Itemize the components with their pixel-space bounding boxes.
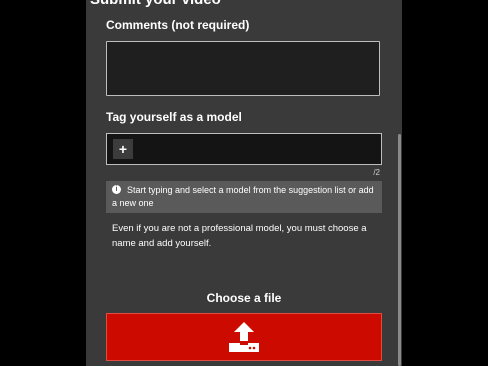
add-model-button[interactable]: +: [113, 139, 133, 159]
choose-file-title: Choose a file: [206, 291, 282, 305]
tag-counter: /2: [373, 168, 380, 177]
form-title: Submit your video: [90, 0, 221, 9]
tag-model-input[interactable]: +: [106, 133, 382, 165]
model-note: Even if you are not a professional model…: [112, 223, 367, 249]
submit-video-panel: Submit your video Comments (not required…: [86, 0, 402, 366]
info-hint: i Start typing and select a model from t…: [106, 181, 382, 213]
scrollbar[interactable]: [398, 134, 401, 366]
comments-textarea[interactable]: [106, 41, 380, 96]
tag-model-label: Tag yourself as a model: [106, 110, 242, 124]
comments-label: Comments (not required): [106, 18, 250, 32]
info-hint-text: Start typing and select a model from the…: [112, 185, 374, 208]
upload-file-button[interactable]: [106, 313, 382, 361]
upload-icon: [229, 322, 259, 352]
info-icon: i: [112, 185, 121, 194]
